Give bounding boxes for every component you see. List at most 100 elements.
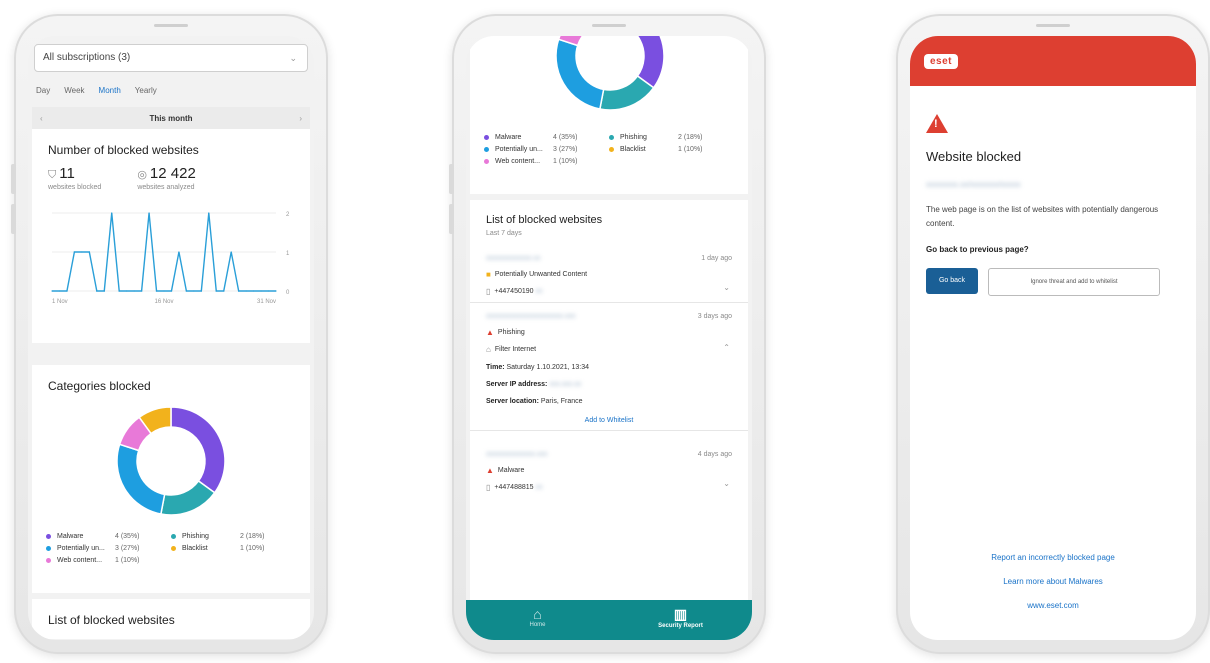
category: Potentially Unwanted Content: [494, 271, 588, 278]
card-title: Number of blocked websites: [48, 143, 199, 157]
list-subtitle: Last 7 days: [486, 230, 522, 237]
page-title: Website blocked: [926, 149, 1022, 164]
speaker: [1036, 24, 1070, 27]
data-point: [58, 290, 61, 292]
list-item[interactable]: xxxxxxxxxxxxxx.xxx 4 days ago ▲ Malware ▯…: [470, 441, 748, 498]
blocked-url: xxxxxxxxxxxxxx.xxx: [486, 451, 548, 458]
time-ago: 4 days ago: [697, 451, 732, 458]
device-icon: ▯: [486, 287, 491, 296]
chevron-left-icon[interactable]: ‹: [40, 114, 43, 123]
chevron-right-icon[interactable]: ›: [299, 114, 302, 123]
legend-value: 4 (35%): [553, 134, 578, 141]
data-point: [260, 290, 262, 292]
blocked-label: websites blocked: [48, 184, 102, 191]
legend-dot: [171, 546, 176, 551]
data-point: [215, 290, 217, 292]
data-point: [185, 290, 187, 292]
phone-blocked-page: eset ! Website blocked xxxxxxxx.xx/xxxxx…: [896, 14, 1210, 654]
legend-label: Phishing: [620, 134, 647, 141]
eset-website-link[interactable]: www.eset.com: [910, 601, 1196, 610]
legend-value: 1 (10%): [678, 146, 703, 153]
legend-item: Blacklist 1 (10%): [609, 146, 734, 153]
month-navigator: ‹ This month ›: [32, 107, 310, 129]
data-point: [230, 251, 232, 253]
home-icon: ⌂: [533, 606, 542, 622]
legend-item: Phishing 2 (18%): [171, 533, 296, 540]
legend-item: Web content... 1 (10%): [484, 158, 609, 165]
warning-icon: ▲: [486, 328, 494, 337]
data-point: [163, 290, 165, 292]
data-point: [155, 290, 158, 292]
legend-dot: [46, 546, 51, 551]
tab-month[interactable]: Month: [99, 86, 121, 95]
data-point: [133, 290, 135, 292]
legend-item: Malware 4 (35%): [46, 533, 171, 540]
device-icon: ▯: [486, 483, 491, 492]
tab-day[interactable]: Day: [36, 86, 50, 95]
blocked-stat: ⛉ 11 websites blocked: [48, 165, 101, 191]
blocked-url: xxxxxxxx.xx/xxxxxxx/xxxxx: [926, 180, 1021, 189]
report-incorrect-link[interactable]: Report an incorrectly blocked page: [910, 553, 1196, 562]
tab-yearly[interactable]: Yearly: [135, 86, 157, 95]
data-point: [88, 251, 90, 253]
data-point: [126, 290, 128, 292]
donut-slice-phishing: [160, 479, 216, 516]
ignore-threat-button[interactable]: Ignore threat and add to whitelist: [988, 268, 1160, 296]
subscriptions-select[interactable]: All subscriptions (3) ⌄: [34, 44, 308, 72]
list-item-expanded[interactable]: xxxxxxxxxxxxxxxxxxxxxx.xxx 3 days ago ▲ P…: [470, 303, 748, 431]
legend: Malware 4 (35%) Phishing 2 (18%) Potentially…: [32, 533, 310, 564]
legend-item: Malware 4 (35%): [484, 134, 609, 141]
go-back-question: Go back to previous page?: [926, 245, 1029, 254]
blocked-url: xxxxxxxxxxxxx.xx: [486, 255, 541, 262]
data-point: [208, 212, 210, 214]
go-back-button[interactable]: Go back: [926, 268, 978, 294]
footer-links: Report an incorrectly blocked page Learn…: [910, 538, 1196, 610]
chevron-down-icon[interactable]: ⌄: [723, 283, 730, 292]
legend-value: 1 (10%): [115, 557, 140, 564]
data-point: [238, 290, 240, 292]
list-title: List of blocked websites: [486, 214, 603, 226]
data-point: [253, 290, 255, 292]
data-point: [178, 251, 180, 253]
bottom-tab-bar: ⌂ Home ▥ Security Report: [466, 600, 752, 640]
tab-security-report[interactable]: ▥ Security Report: [609, 600, 752, 640]
legend-item: Phishing 2 (18%): [609, 134, 734, 141]
ip-label: Server IP address:: [486, 381, 548, 388]
month-label: This month: [149, 113, 193, 123]
legend-label: Blacklist: [620, 146, 646, 153]
volume-button: [449, 204, 454, 234]
legend-dot: [609, 147, 614, 152]
warning-icon: ▲: [486, 466, 494, 475]
time-ago: 3 days ago: [697, 313, 732, 320]
screen: Malware 4 (35%) Phishing 2 (18%) Potentially…: [466, 36, 752, 640]
chevron-down-icon[interactable]: ⌄: [723, 479, 730, 488]
legend-label: Web content...: [495, 158, 541, 165]
card-title: List of blocked websites: [48, 613, 175, 627]
donut-slice-potentially-un: [555, 38, 605, 110]
warning-icon: !: [926, 114, 948, 133]
legend-dot: [171, 534, 176, 539]
donut-slice-potentially-un: [116, 443, 166, 515]
location-value: Paris, France: [540, 398, 583, 405]
legend-value: 2 (18%): [678, 134, 703, 141]
blocked-list-card: List of blocked websites: [32, 599, 310, 639]
shield-icon: ⛉: [48, 169, 57, 181]
data-point: [141, 290, 143, 292]
category: Phishing: [497, 329, 525, 336]
tab-week[interactable]: Week: [64, 86, 84, 95]
legend-item: Web content... 1 (10%): [46, 557, 171, 564]
time-ago: 1 day ago: [701, 255, 732, 262]
data-point: [96, 290, 98, 292]
analyzed-stat: ◎ 12 422 websites analyzed: [137, 165, 196, 191]
learn-more-link[interactable]: Learn more about Malwares: [910, 577, 1196, 586]
select-value: All subscriptions (3): [43, 52, 131, 63]
add-to-whitelist-link[interactable]: Add to Whitelist: [486, 417, 732, 424]
legend-dot: [609, 135, 614, 140]
chevron-up-icon[interactable]: ⌃: [723, 343, 730, 352]
report-icon: ▥: [673, 606, 688, 622]
list-item[interactable]: xxxxxxxxxxxxx.xx 1 day ago ■ Potentially …: [470, 245, 748, 303]
tab-home[interactable]: ⌂ Home: [466, 600, 609, 640]
volume-button: [11, 204, 16, 234]
speaker: [154, 24, 188, 27]
donut-slice-malware: [170, 406, 226, 494]
